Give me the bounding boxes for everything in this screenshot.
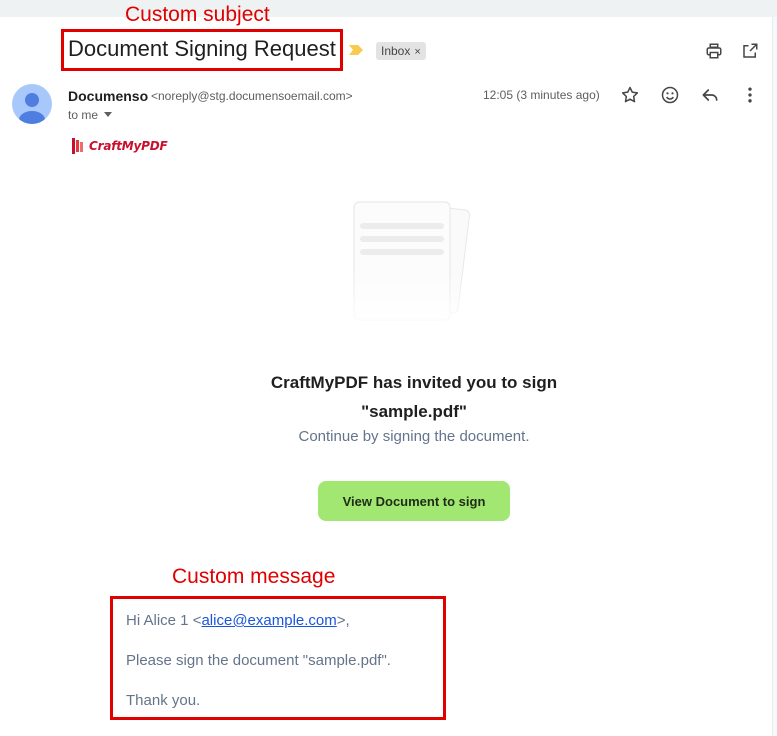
inbox-label-chip[interactable]: Inbox × [376,42,426,60]
email-subject: Document Signing Request [68,36,336,61]
annotation-custom-subject: Custom subject [125,3,270,26]
star-icon [621,86,639,103]
invitation-headline-line-1: CraftMyPDF has invited you to sign [270,373,558,392]
invitation-subline: Continue by signing the document. [298,428,530,445]
sender-name[interactable]: Documenso [68,88,148,104]
more-options-button[interactable] [738,83,762,107]
print-button[interactable] [702,39,726,63]
remove-label-icon[interactable]: × [414,46,420,58]
message-greeting-prefix: Hi Alice 1 < [126,612,202,629]
sender-avatar[interactable] [12,84,52,124]
recipient-email-link[interactable]: alice@example.com [201,612,336,629]
scrollbar-track[interactable] [772,17,777,736]
more-vert-icon [748,87,752,103]
sender-email: <noreply@stg.documensoemail.com> [151,89,353,103]
invitation-headline-line-2: "sample.pdf" [361,402,467,421]
add-reaction-button[interactable] [658,83,682,107]
annotation-custom-message: Custom message [172,565,336,588]
craftmypdf-logo: CraftMyPDF [72,136,168,156]
recipient-details-chevron-icon[interactable] [104,112,112,117]
open-in-new-window-icon [743,43,758,58]
star-button[interactable] [618,83,642,107]
craftmypdf-logo-mark-icon [72,138,83,154]
message-body-line: Please sign the document "sample.pdf". [126,652,391,669]
email-timestamp: 12:05 (3 minutes ago) [483,88,600,102]
invitation-headline: CraftMyPDF has invited you to sign "samp… [214,368,614,426]
reply-button[interactable] [698,83,722,107]
important-marker-icon[interactable] [349,44,363,56]
logo-wordmark: CraftMyPDF [89,139,168,153]
recipient-label[interactable]: to me [68,108,98,122]
print-icon [706,43,722,59]
message-greeting: Hi Alice 1 <alice@example.com>, [126,612,350,629]
message-greeting-suffix: >, [336,612,350,629]
view-document-button[interactable]: View Document to sign [318,481,510,521]
person-icon [19,93,45,124]
inbox-label-text: Inbox [381,44,411,58]
emoji-icon [661,86,679,104]
document-illustration-icon [342,192,482,334]
window-top-strip [0,0,777,17]
message-signoff: Thank you. [126,692,201,709]
open-in-new-window-button[interactable] [738,39,762,63]
reply-icon [702,89,718,101]
